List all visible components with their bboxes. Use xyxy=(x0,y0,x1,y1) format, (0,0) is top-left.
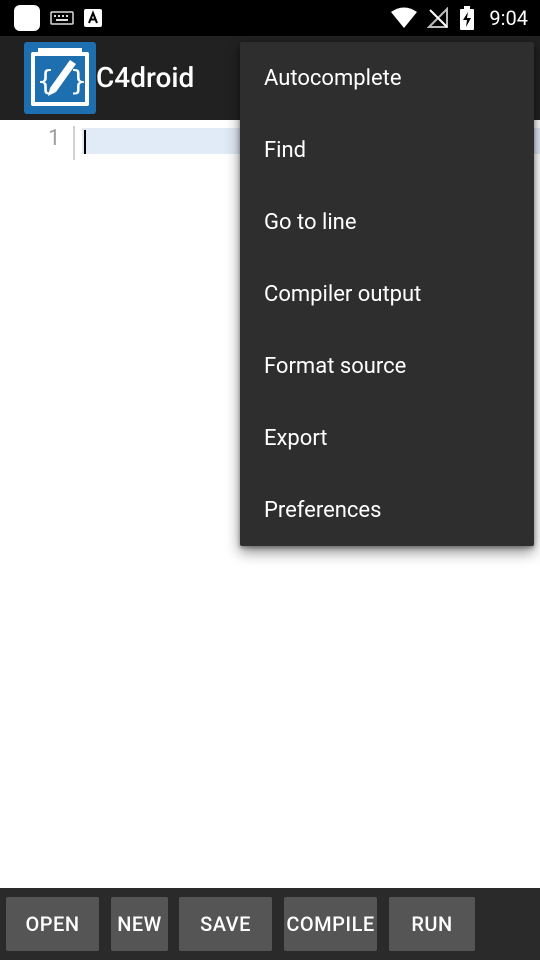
menu-item-compiler-output[interactable]: Compiler output xyxy=(240,258,534,330)
app-title: C4droid xyxy=(96,61,195,94)
line-number: 1 xyxy=(48,126,61,151)
status-bar: 9:04 xyxy=(0,0,540,36)
save-button[interactable]: SAVE xyxy=(179,897,272,951)
menu-item-export[interactable]: Export xyxy=(240,402,534,474)
app-notification-icon xyxy=(14,5,40,31)
overflow-menu: Autocomplete Find Go to line Compiler ou… xyxy=(240,42,534,546)
font-a-icon xyxy=(84,9,102,27)
status-time: 9:04 xyxy=(489,6,528,30)
bottom-toolbar: OPEN NEW SAVE COMPILE RUN xyxy=(0,888,540,960)
menu-item-preferences[interactable]: Preferences xyxy=(240,474,534,546)
no-signal-icon xyxy=(427,7,449,28)
menu-item-format-source[interactable]: Format source xyxy=(240,330,534,402)
c4droid-logo-icon: { } xyxy=(24,42,96,114)
open-button[interactable]: OPEN xyxy=(6,897,99,951)
svg-text:}: } xyxy=(70,64,87,97)
wifi-icon xyxy=(391,7,418,28)
menu-item-find[interactable]: Find xyxy=(240,114,534,186)
battery-charging-icon xyxy=(460,6,475,30)
status-bar-right: 9:04 xyxy=(391,6,528,30)
new-button[interactable]: NEW xyxy=(111,897,168,951)
menu-item-go-to-line[interactable]: Go to line xyxy=(240,186,534,258)
gutter-divider xyxy=(73,126,75,160)
keyboard-icon xyxy=(50,11,74,25)
compile-button[interactable]: COMPILE xyxy=(284,897,377,951)
menu-item-autocomplete[interactable]: Autocomplete xyxy=(240,42,534,114)
text-cursor xyxy=(84,130,86,154)
status-bar-left xyxy=(14,5,102,31)
run-button[interactable]: RUN xyxy=(389,897,475,951)
